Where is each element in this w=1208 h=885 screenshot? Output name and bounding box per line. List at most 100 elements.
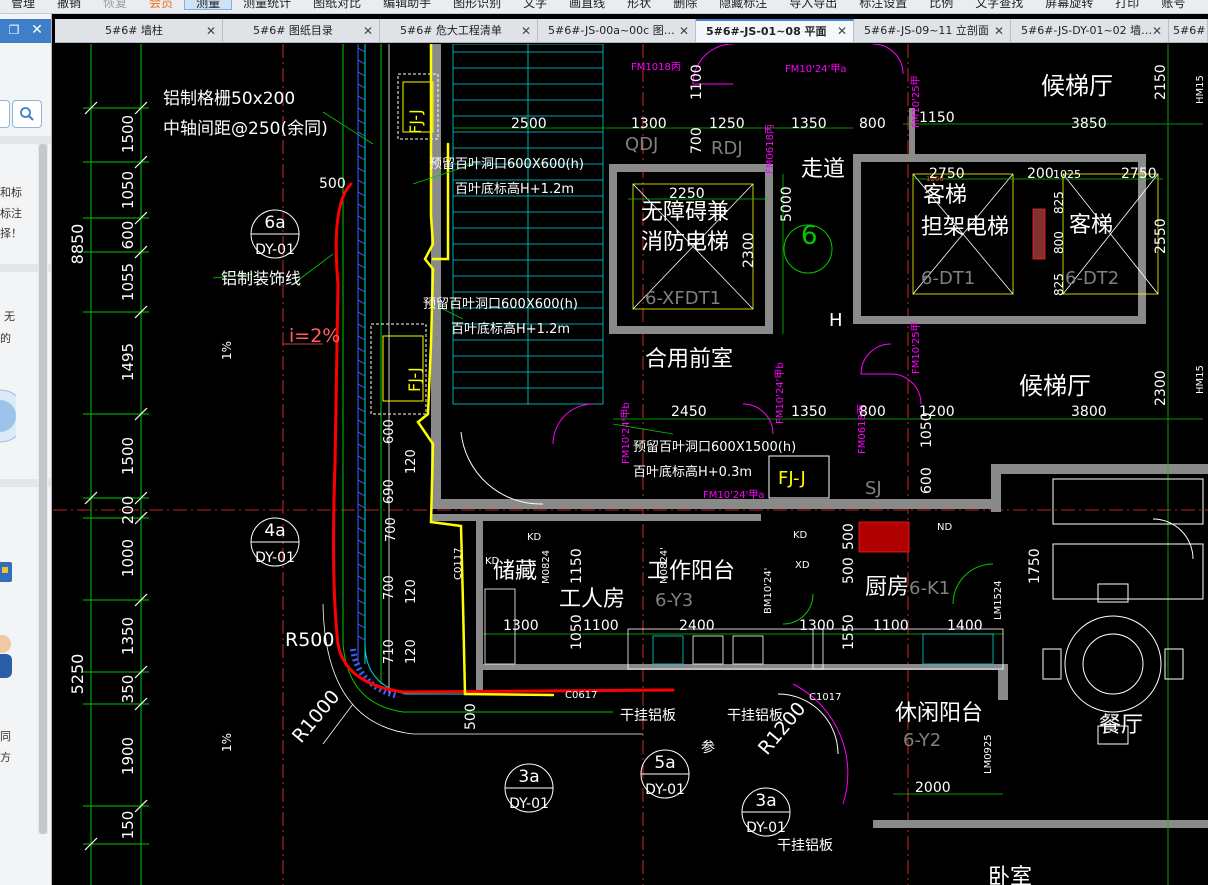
tag: SJ bbox=[865, 478, 882, 499]
dim-text: 825 bbox=[1052, 273, 1066, 296]
room-label: 候梯厅 bbox=[1041, 72, 1113, 100]
room-label: 合用前室 bbox=[645, 347, 733, 372]
toolbar-print[interactable]: 打印 bbox=[1104, 0, 1150, 9]
toolbar-draw-line[interactable]: 画直线 bbox=[558, 0, 616, 9]
panel-text-line: 标注 bbox=[0, 207, 22, 220]
dim-text: 2150 bbox=[1153, 64, 1169, 100]
panel-scrollbar[interactable] bbox=[38, 144, 48, 834]
note-text: 百叶底标高H+1.2m bbox=[451, 321, 570, 337]
close-icon[interactable]: ✕ bbox=[28, 22, 46, 38]
room-label: 餐厅 bbox=[1099, 713, 1143, 738]
toolbar-screen-rotate[interactable]: 屏幕旋转 bbox=[1034, 0, 1104, 9]
restore-icon[interactable]: ❐ bbox=[6, 22, 22, 38]
door-code: FM10'24'甲b bbox=[775, 362, 786, 424]
app-icon[interactable] bbox=[0, 554, 16, 588]
room-label: 储藏 bbox=[493, 559, 537, 584]
dim-text: 1500 bbox=[119, 115, 137, 153]
cad-drawing-canvas[interactable]: 1500 1050 600 1055 1495 1500 200 1000 13… bbox=[53, 44, 1208, 885]
toolbar-account[interactable]: 账号 bbox=[1150, 0, 1196, 9]
toolbar-redo[interactable]: 恢复 bbox=[92, 0, 138, 9]
tab-drawing-index[interactable]: 5#6# 图纸目录 ✕ bbox=[223, 19, 380, 42]
tab-wall-column[interactable]: 5#6# 墙柱 ✕ bbox=[55, 19, 223, 42]
promo-badge-icon[interactable] bbox=[0, 376, 16, 456]
door-code: M0824 bbox=[541, 550, 552, 584]
toolbar-shape[interactable]: 形状 bbox=[616, 0, 662, 9]
dim-text: 500 bbox=[319, 176, 346, 192]
tag: FJ-J bbox=[405, 367, 424, 392]
toolbar-manage[interactable]: 管理 bbox=[0, 0, 46, 9]
scrollbar-thumb[interactable] bbox=[39, 144, 47, 834]
note-text: R500 bbox=[285, 629, 334, 651]
toolbar-import-export[interactable]: 导入导出 bbox=[778, 0, 848, 9]
tag: 6-XFDT1 bbox=[645, 288, 721, 309]
panel-text-line: 同 bbox=[0, 730, 11, 743]
toolbar-measure-stats[interactable]: 测量统计 bbox=[232, 0, 302, 9]
room-label: 消防电梯 bbox=[641, 230, 729, 255]
room-label: 工人房 bbox=[559, 587, 625, 612]
door-code: LM0925 bbox=[983, 734, 994, 774]
note-text: 百叶底标高H+1.2m bbox=[455, 181, 574, 197]
panel-search-button[interactable] bbox=[12, 100, 42, 128]
dim-text: 1350 bbox=[791, 116, 827, 132]
tag: 6-K1 bbox=[909, 578, 950, 599]
dim-text: 500 bbox=[841, 523, 857, 550]
dim-text: 1150 bbox=[919, 110, 955, 126]
callout-id: 4a bbox=[264, 521, 285, 541]
close-icon[interactable]: ✕ bbox=[1152, 19, 1162, 42]
toolbar-text[interactable]: 文字 bbox=[512, 0, 558, 9]
door-code: HM15 bbox=[1195, 365, 1206, 394]
room-label: 无障碍兼 bbox=[641, 200, 729, 225]
door-code: HM15 bbox=[1195, 75, 1206, 104]
window-code: C0617 bbox=[565, 690, 597, 701]
dim-text: 1495 bbox=[119, 343, 137, 381]
dim-text: 120 bbox=[404, 639, 419, 664]
window-code: C1017 bbox=[809, 692, 841, 703]
note-text: 铝制格栅50x200 bbox=[163, 89, 295, 109]
tab-hazard-list[interactable]: 5#6# 危大工程清单 ✕ bbox=[380, 19, 538, 42]
dim-text: 1050 bbox=[569, 614, 585, 650]
panel-text-line: 方 bbox=[0, 751, 11, 764]
toolbar-text-search[interactable]: 文字查找 bbox=[964, 0, 1034, 9]
toolbar-scale[interactable]: 比例 bbox=[918, 0, 964, 9]
toolbar-shape-recognition[interactable]: 图形识别 bbox=[442, 0, 512, 9]
floor-plan-drawing[interactable]: 1500 1050 600 1055 1495 1500 200 1000 13… bbox=[53, 44, 1208, 885]
dim-text: 2500 bbox=[511, 116, 547, 132]
toolbar-member[interactable]: 会员 bbox=[138, 0, 184, 9]
tab-js-dy-01[interactable]: 5#6#-JS-DY-01~02 墙… ✕ bbox=[1011, 19, 1169, 42]
close-icon[interactable]: ✕ bbox=[837, 21, 847, 42]
outlet-code: KD bbox=[485, 556, 500, 567]
room-label: 担架电梯 bbox=[921, 215, 1009, 240]
dim-text: 120 bbox=[404, 449, 419, 474]
tab-js-09-elevation[interactable]: 5#6#-JS-09~11 立剖面 ✕ bbox=[854, 19, 1011, 42]
tab-label: 5#6# 危大工程清单 bbox=[400, 24, 502, 37]
note-text: 参 bbox=[701, 739, 715, 756]
close-icon[interactable]: ✕ bbox=[679, 19, 689, 42]
close-icon[interactable]: ✕ bbox=[521, 19, 531, 42]
close-icon[interactable]: ✕ bbox=[206, 19, 216, 42]
user-avatar-icon[interactable] bbox=[0, 624, 16, 680]
dim-text: 1300 bbox=[503, 618, 539, 634]
panel-divider bbox=[0, 136, 51, 144]
tab-js-00a[interactable]: 5#6#-JS-00a~00c 图… ✕ bbox=[538, 19, 696, 42]
close-icon[interactable]: ✕ bbox=[994, 19, 1004, 42]
callout-ref: DY-01 bbox=[746, 820, 786, 836]
toolbar-hide-annotations[interactable]: 隐藏标注 bbox=[708, 0, 778, 9]
toolbar-annotation-settings[interactable]: 标注设置 bbox=[848, 0, 918, 9]
toolbar-drawing-compare[interactable]: 图纸对比 bbox=[302, 0, 372, 9]
door-code: LM1524 bbox=[993, 580, 1004, 620]
tab-overflow[interactable]: 5#6# bbox=[1169, 19, 1208, 42]
toolbar-edit-assistant[interactable]: 编辑助手 bbox=[372, 0, 442, 9]
toolbar-undo[interactable]: 撤销 bbox=[46, 0, 92, 9]
panel-search-input[interactable] bbox=[0, 100, 10, 128]
outlet-code: XD bbox=[795, 560, 810, 571]
close-icon[interactable]: ✕ bbox=[363, 19, 373, 42]
window-code: C0117 bbox=[453, 548, 464, 580]
dim-text: 150 bbox=[119, 811, 137, 840]
dim-text: 1100 bbox=[873, 618, 909, 634]
dim-text: 3850 bbox=[1071, 116, 1107, 132]
dim-text: 600 bbox=[919, 467, 935, 494]
toolbar-measure[interactable]: 测量 bbox=[184, 0, 233, 10]
tag: FJ-J bbox=[778, 468, 806, 489]
toolbar-delete[interactable]: 删除 bbox=[662, 0, 708, 9]
tab-js-01-plan[interactable]: 5#6#-JS-01~08 平面 ✕ bbox=[696, 19, 854, 42]
